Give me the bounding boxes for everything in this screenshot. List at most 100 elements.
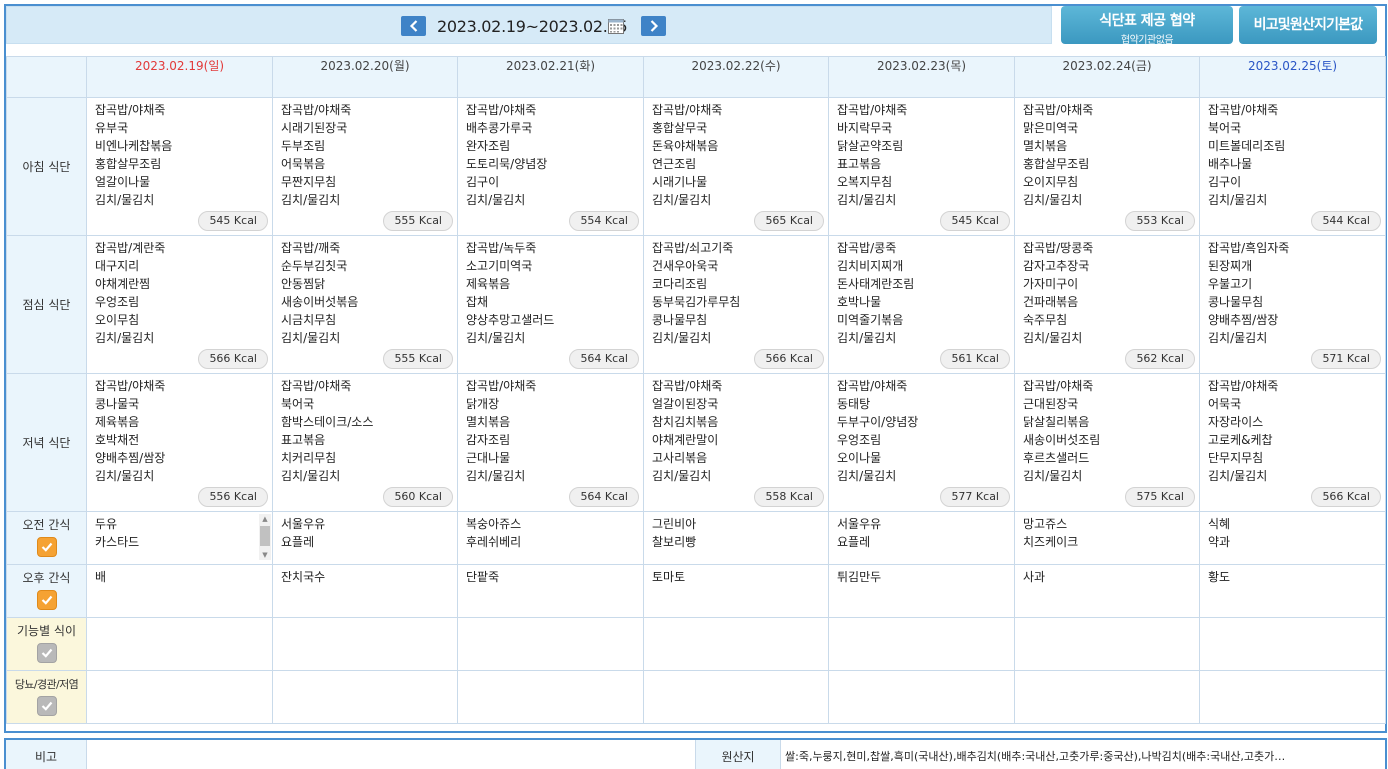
menu-item: 멸치볶음 [1023,139,1068,153]
meal-cell[interactable]: 잡곡밥/쇠고기죽 건새우아욱국 코다리조림 동부묵김가루무침 콩나물무침 김치/물김치 56… [643,235,829,374]
meal-cell[interactable]: 잡곡밥/야채죽 유부국 비엔나케찹볶음 홍합살무조림 얼갈이나물 김치/물김치 545 Kc… [86,97,273,236]
snack-item: 복숭아쥬스 [466,517,522,531]
am-snack-cell[interactable]: 식혜 약과 [1199,511,1386,565]
menu-item: 무짠지무침 [281,175,337,189]
day-header: 2023.02.20(월) [272,56,458,98]
row-label-diabetic: 당뇨/경관/저염 [6,670,87,724]
meal-cell[interactable]: 잡곡밥/야채죽 바지락무국 닭살곤약조림 표고볶음 오복지무침 김치/물김치 545 Kca… [828,97,1015,236]
menu-item: 닭살곤약조림 [837,139,904,153]
menu-item: 잡곡밥/야채죽 [837,103,908,117]
diabetic-cell[interactable] [643,670,829,724]
menu-item: 감자고추장국 [1023,259,1090,273]
meal-cell[interactable]: 잡곡밥/야채죽 얼갈이된장국 참치김치볶음 야채계란말이 고사리볶음 김치/물김치 558 … [643,373,829,512]
functional-cell[interactable] [1014,617,1200,671]
day-header: 2023.02.25(토) [1199,56,1386,98]
row-label-am-snack: 오전 간식 [6,511,87,565]
pm-snack-cell[interactable]: 잔치국수 [272,564,458,618]
day-header: 2023.02.24(금) [1014,56,1200,98]
origin-text[interactable]: 쌀:죽,누룽지,현미,찹쌀,흑미(국내산),배추김치(배추:국내산,고춧가루:중… [780,740,1385,769]
snack-item: 황도 [1208,570,1231,584]
menu-item: 닭살칠리볶음 [1023,415,1090,429]
meal-cell[interactable]: 잡곡밥/야채죽 북어국 함박스테이크/소스 표고볶음 치커리무침 김치/물김치 560 Kc… [272,373,458,512]
meal-cell[interactable]: 잡곡밥/야채죽 맑은미역국 멸치볶음 홍합살무조림 오이지무침 김치/물김치 553 Kca… [1014,97,1200,236]
scroll-thumb[interactable] [260,526,270,546]
diabetic-checkbox[interactable] [36,695,57,716]
menu-item: 김치/물김치 [1208,193,1268,207]
am-snack-cell[interactable]: 서울우유 요플레 [272,511,458,565]
meal-cell[interactable]: 잡곡밥/콩죽 김치비지찌개 돈사태계란조림 호박나물 미역줄기볶음 김치/물김치 561 K… [828,235,1015,374]
am-snack-cell[interactable]: 서울우유 요플레 [828,511,1015,565]
functional-cell[interactable] [1199,617,1386,671]
functional-cell[interactable] [86,617,273,671]
meal-cell[interactable]: 잡곡밥/깨죽 순두부김칫국 안동찜닭 새송이버섯볶음 시금치무침 김치/물김치 555 Kc… [272,235,458,374]
kcal-badge: 545 Kcal [198,211,268,231]
menu-item: 김치/물김치 [837,331,897,345]
meal-cell[interactable]: 잡곡밥/야채죽 닭개장 멸치볶음 감자조림 근대나물 김치/물김치 564 Kcal [457,373,644,512]
am-snack-cell[interactable]: 그린비아 찰보리빵 [643,511,829,565]
menu-item: 오이지무침 [1023,175,1079,189]
meal-cell[interactable]: 잡곡밥/녹두죽 소고기미역국 제육볶음 잡채 양상추망고샐러드 김치/물김치 564 Kca… [457,235,644,374]
calendar-icon[interactable] [608,19,624,34]
diabetic-label: 당뇨/경관/저염 [14,677,79,691]
meal-cell[interactable]: 잡곡밥/흑임자죽 된장찌개 우불고기 콩나물무침 양배추찜/쌈장 김치/물김치 571 Kc… [1199,235,1386,374]
menu-item: 배추나물 [1208,157,1253,171]
meal-plan-agreement-button[interactable]: 식단표 제공 협약 협약기관없음 [1061,6,1233,46]
meal-cell[interactable]: 잡곡밥/야채죽 홍합살무국 돈육야채볶음 연근조림 시래기나물 김치/물김치 565 Kca… [643,97,829,236]
meal-cell[interactable]: 잡곡밥/땅콩죽 감자고추장국 가자미구이 건파래볶음 숙주무침 김치/물김치 562 Kca… [1014,235,1200,374]
memo-origin-default-button[interactable]: 비고및원산지기본값 [1239,6,1377,44]
meal-cell[interactable]: 잡곡밥/야채죽 어묵국 자장라이스 고로케&케찹 단무지무침 김치/물김치 566 Kcal [1199,373,1386,512]
menu-item: 잡곡밥/야채죽 [1023,379,1094,393]
week-toolbar: 2023.02.19~2023.02.25 식단표 제공 협약 협약기관없음 비… [6,6,1377,50]
menu-item: 유부국 [95,121,129,135]
menu-item: 야채계란찜 [95,277,151,291]
scroll-down-arrow-icon[interactable]: ▼ [259,550,271,560]
memo-field[interactable] [86,740,696,769]
diabetic-cell[interactable] [457,670,644,724]
menu-item: 김치비지찌개 [837,259,904,273]
meal-cell[interactable]: 잡곡밥/야채죽 북어국 미트볼데리조림 배추나물 김구이 김치/물김치 544 Kcal [1199,97,1386,236]
functional-checkbox[interactable] [36,643,57,663]
am-snack-cell[interactable]: 두유 카스타드 ▲ ▼ [86,511,273,565]
chevron-right-icon [650,20,658,32]
diabetic-cell[interactable] [1014,670,1200,724]
meal-cell[interactable]: 잡곡밥/야채죽 시래기된장국 두부조림 어묵볶음 무짠지무침 김치/물김치 555 Kcal [272,97,458,236]
diabetic-cell[interactable] [86,670,273,724]
menu-item: 멸치볶음 [466,415,511,429]
prev-week-button[interactable] [401,16,426,36]
cell-scrollbar[interactable]: ▲ ▼ [259,514,271,560]
meal-cell[interactable]: 잡곡밥/야채죽 콩나물국 제육볶음 호박채전 양배추찜/쌈장 김치/물김치 556 Kcal [86,373,273,512]
am-snack-cell[interactable]: 복숭아쥬스 후레쉬베리 [457,511,644,565]
menu-item: 잡곡밥/계란죽 [95,241,166,255]
menu-item: 숙주무침 [1023,313,1068,327]
diabetic-cell[interactable] [272,670,458,724]
menu-item: 근대된장국 [1023,397,1079,411]
meal-cell[interactable]: 잡곡밥/야채죽 근대된장국 닭살칠리볶음 새송이버섯조림 후르츠샐러드 김치/물김치 575… [1014,373,1200,512]
diabetic-cell[interactable] [1199,670,1386,724]
am-snack-checkbox[interactable] [36,537,57,557]
row-label-dinner: 저녁 식단 [6,373,87,512]
checkmark-icon [41,701,52,711]
functional-cell[interactable] [828,617,1015,671]
functional-cell[interactable] [643,617,829,671]
functional-cell[interactable] [457,617,644,671]
pm-snack-cell[interactable]: 사과 [1014,564,1200,618]
functional-cell[interactable] [272,617,458,671]
pm-snack-cell[interactable]: 배 [86,564,273,618]
am-snack-cell[interactable]: 망고쥬스 치즈케이크 [1014,511,1200,565]
next-week-button[interactable] [641,16,666,36]
pm-snack-cell[interactable]: 튀김만두 [828,564,1015,618]
diabetic-cell[interactable] [828,670,1015,724]
meal-cell[interactable]: 잡곡밥/야채죽 동태탕 두부구이/양념장 우엉조림 오이나물 김치/물김치 577 Kcal [828,373,1015,512]
menu-item: 김치/물김치 [95,193,155,207]
pm-snack-cell[interactable]: 단팥죽 [457,564,644,618]
menu-item: 새송이버섯볶음 [281,295,359,309]
menu-item: 김구이 [466,175,500,189]
menu-item: 동부묵김가루무침 [652,295,741,309]
menu-item: 오복지무침 [837,175,893,189]
pm-snack-cell[interactable]: 토마토 [643,564,829,618]
scroll-up-arrow-icon[interactable]: ▲ [259,514,271,524]
meal-cell[interactable]: 잡곡밥/계란죽 대구지리 야채계란찜 우엉조림 오이무침 김치/물김치 566 Kcal [86,235,273,374]
meal-cell[interactable]: 잡곡밥/야채죽 배추콩가루국 완자조림 도토리묵/양념장 김구이 김치/물김치 554 Kc… [457,97,644,236]
pm-snack-checkbox[interactable] [36,590,57,610]
pm-snack-cell[interactable]: 황도 [1199,564,1386,618]
